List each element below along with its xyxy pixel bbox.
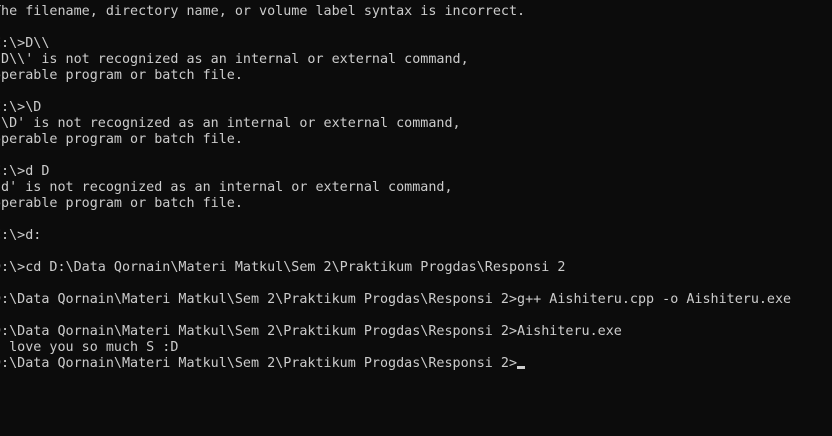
terminal-line: C:\>d D [0, 164, 50, 179]
terminal-line: 'd' is not recognized as an internal or … [0, 180, 453, 195]
terminal-window[interactable]: The filename, directory name, or volume … [0, 0, 832, 436]
terminal-line: C:\>D\\ [0, 36, 50, 51]
terminal-line: operable program or batch file. [0, 132, 243, 147]
text-cursor [517, 366, 526, 369]
command-prompt: D:\Data Qornain\Materi Matkul\Sem 2\Prak… [0, 356, 518, 371]
terminal-line: The filename, directory name, or volume … [0, 4, 526, 19]
terminal-output: The filename, directory name, or volume … [0, 4, 791, 372]
terminal-line: operable program or batch file. [0, 196, 243, 211]
terminal-line: 'D\\' is not recognized as an internal o… [0, 52, 469, 67]
terminal-line: C:\>d: [0, 228, 42, 243]
terminal-line: I love you so much S :D [0, 340, 179, 355]
prompt-line[interactable]: D:\Data Qornain\Materi Matkul\Sem 2\Prak… [0, 356, 791, 372]
terminal-line: '\D' is not recognized as an internal or… [0, 116, 461, 131]
terminal-line: C:\>\D [0, 100, 42, 115]
terminal-line: D:\Data Qornain\Materi Matkul\Sem 2\Prak… [0, 292, 792, 307]
terminal-line: D:\>cd D:\Data Qornain\Materi Matkul\Sem… [0, 260, 566, 275]
terminal-line: D:\Data Qornain\Materi Matkul\Sem 2\Prak… [0, 324, 622, 339]
terminal-line: operable program or batch file. [0, 68, 243, 83]
